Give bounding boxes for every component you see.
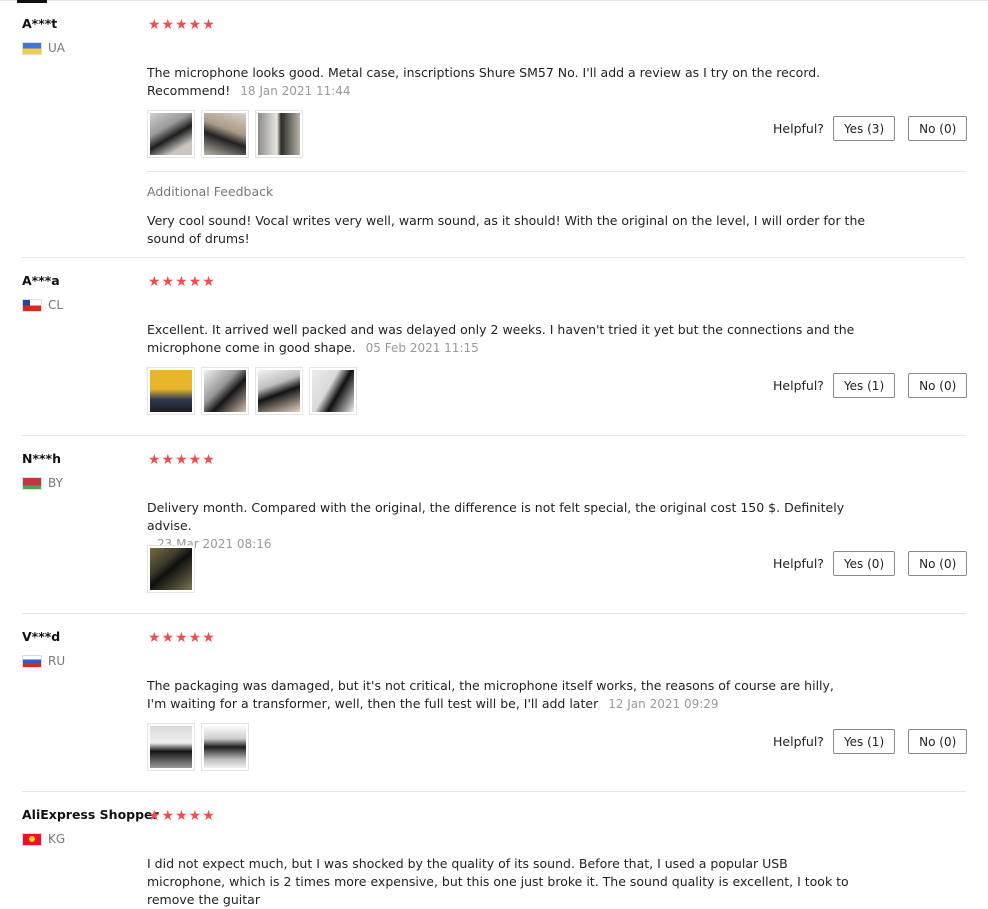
reviewer-country: KG: [22, 832, 65, 846]
review-divider: [22, 435, 966, 436]
helpful-no-button[interactable]: No (0): [908, 729, 968, 754]
review-photo[interactable]: [309, 367, 357, 415]
flag-icon: [22, 41, 42, 55]
reviewer-name: V***d: [22, 629, 61, 644]
country-code: RU: [48, 654, 66, 668]
country-code: BY: [48, 476, 63, 490]
helpful-vote: Helpful? Yes (1) No (0): [773, 729, 968, 754]
review-text: I did not expect much, but I was shocked…: [147, 855, 857, 909]
star-rating: ★★★★★: [148, 808, 216, 824]
helpful-vote: Helpful? Yes (0) No (0): [773, 551, 968, 576]
reviewer-name: N***h: [22, 451, 61, 466]
active-tab-indicator: [17, 0, 47, 3]
reviewer-country: RU: [22, 654, 65, 668]
helpful-label: Helpful?: [773, 734, 824, 749]
review-photos: [147, 723, 249, 771]
review-photo[interactable]: [147, 110, 195, 158]
top-border: [0, 0, 988, 1]
review-text: Delivery month. Compared with the origin…: [147, 499, 887, 553]
review-text: Excellent. It arrived well packed and wa…: [147, 321, 867, 357]
star-rating: ★★★★★: [148, 274, 216, 290]
star-rating: ★★★★★: [148, 452, 216, 468]
flag-icon: [22, 298, 42, 312]
reviewer-name: AliExpress Shopper: [22, 807, 159, 822]
helpful-vote: Helpful? Yes (3) No (0): [773, 116, 968, 141]
review-photo[interactable]: [147, 367, 195, 415]
review-photo[interactable]: [147, 723, 195, 771]
additional-feedback-title: Additional Feedback: [147, 184, 274, 199]
helpful-yes-button[interactable]: Yes (1): [832, 373, 896, 398]
review-body: Delivery month. Compared with the origin…: [147, 500, 845, 533]
review-photo[interactable]: [255, 367, 303, 415]
helpful-no-button[interactable]: No (0): [908, 373, 968, 398]
review-photo[interactable]: [255, 110, 303, 158]
review-date: 05 Feb 2021 11:15: [365, 341, 479, 355]
review-photos: [147, 545, 195, 593]
helpful-vote: Helpful? Yes (1) No (0): [773, 373, 968, 398]
review-text: The packaging was damaged, but it's not …: [147, 677, 837, 713]
helpful-no-button[interactable]: No (0): [908, 116, 968, 141]
review-body: Excellent. It arrived well packed and wa…: [147, 322, 855, 355]
review-body: The packaging was damaged, but it's not …: [147, 678, 834, 711]
review-photo[interactable]: [201, 367, 249, 415]
review-photos: [147, 110, 303, 158]
helpful-no-button[interactable]: No (0): [908, 551, 968, 576]
helpful-yes-button[interactable]: Yes (3): [832, 116, 896, 141]
helpful-label: Helpful?: [773, 121, 824, 136]
reviewer-name: A***a: [22, 273, 60, 288]
additional-feedback-text: Very cool sound! Vocal writes very well,…: [147, 213, 866, 246]
review-divider: [22, 613, 966, 614]
country-code: KG: [48, 832, 66, 846]
review-divider: [22, 257, 966, 258]
flag-icon: [22, 476, 42, 490]
star-rating: ★★★★★: [148, 17, 216, 33]
review-photo[interactable]: [201, 110, 249, 158]
review-body: I did not expect much, but I was shocked…: [147, 856, 849, 907]
reviewer-country: UA: [22, 41, 65, 55]
reviewer-country: CL: [22, 298, 63, 312]
country-code: UA: [48, 41, 65, 55]
flag-icon: [22, 832, 42, 846]
review-date: 18 Jan 2021 11:44: [240, 84, 351, 98]
review-text: The microphone looks good. Metal case, i…: [147, 64, 867, 100]
helpful-label: Helpful?: [773, 378, 824, 393]
helpful-yes-button[interactable]: Yes (0): [832, 551, 896, 576]
flag-icon: [22, 654, 42, 668]
review-photo[interactable]: [201, 723, 249, 771]
helpful-yes-button[interactable]: Yes (1): [832, 729, 896, 754]
helpful-label: Helpful?: [773, 556, 824, 571]
review-date: 12 Jan 2021 09:29: [608, 697, 719, 711]
review-divider: [22, 791, 966, 792]
reviewer-name: A***t: [22, 16, 58, 31]
reviewer-country: BY: [22, 476, 63, 490]
feedback-divider: [147, 171, 966, 172]
review-photos: [147, 367, 357, 415]
star-rating: ★★★★★: [148, 630, 216, 646]
country-code: CL: [48, 298, 64, 312]
review-photo[interactable]: [147, 545, 195, 593]
